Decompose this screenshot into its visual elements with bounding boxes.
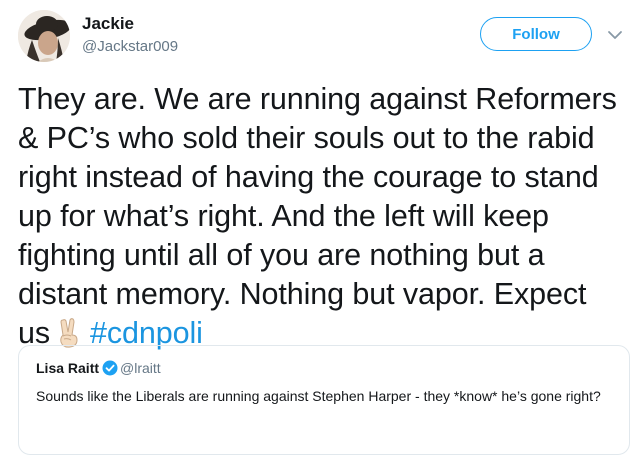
tweet-menu-button[interactable]	[604, 24, 626, 46]
quoted-author-name: Lisa Raitt	[36, 360, 100, 376]
tweet-text-line: right instead of having the courage to s…	[18, 160, 599, 194]
quoted-author-handle: @lraitt	[120, 360, 161, 376]
quoted-tweet-text: Sounds like the Liberals are running aga…	[36, 388, 601, 404]
author-handle[interactable]: @Jackstar009	[82, 38, 178, 56]
author-name[interactable]: Jackie	[82, 14, 134, 34]
profile-photo-icon	[18, 10, 70, 62]
author-avatar[interactable]	[18, 10, 70, 62]
tweet-text-line: & PC’s who sold their souls out to the r…	[18, 121, 595, 155]
chevron-down-icon	[608, 31, 622, 39]
tweet-text-line: They are. We are running against Reforme…	[18, 82, 617, 116]
verified-badge-icon	[102, 360, 118, 376]
quoted-tweet-header: Lisa Raitt @lraitt	[36, 359, 161, 377]
tweet-text-line: up for what’s right. And the left will k…	[18, 199, 549, 233]
tweet-text: They are. We are running against Reforme…	[18, 80, 638, 353]
tweet-text-line: distant memory. Nothing but vapor. Expec…	[18, 277, 587, 311]
tweet-text-line: fighting until all of you are nothing bu…	[18, 238, 545, 272]
quoted-tweet-card[interactable]: Lisa Raitt @lraitt Sounds like the Liber…	[18, 345, 630, 455]
follow-button[interactable]: Follow	[480, 17, 592, 51]
